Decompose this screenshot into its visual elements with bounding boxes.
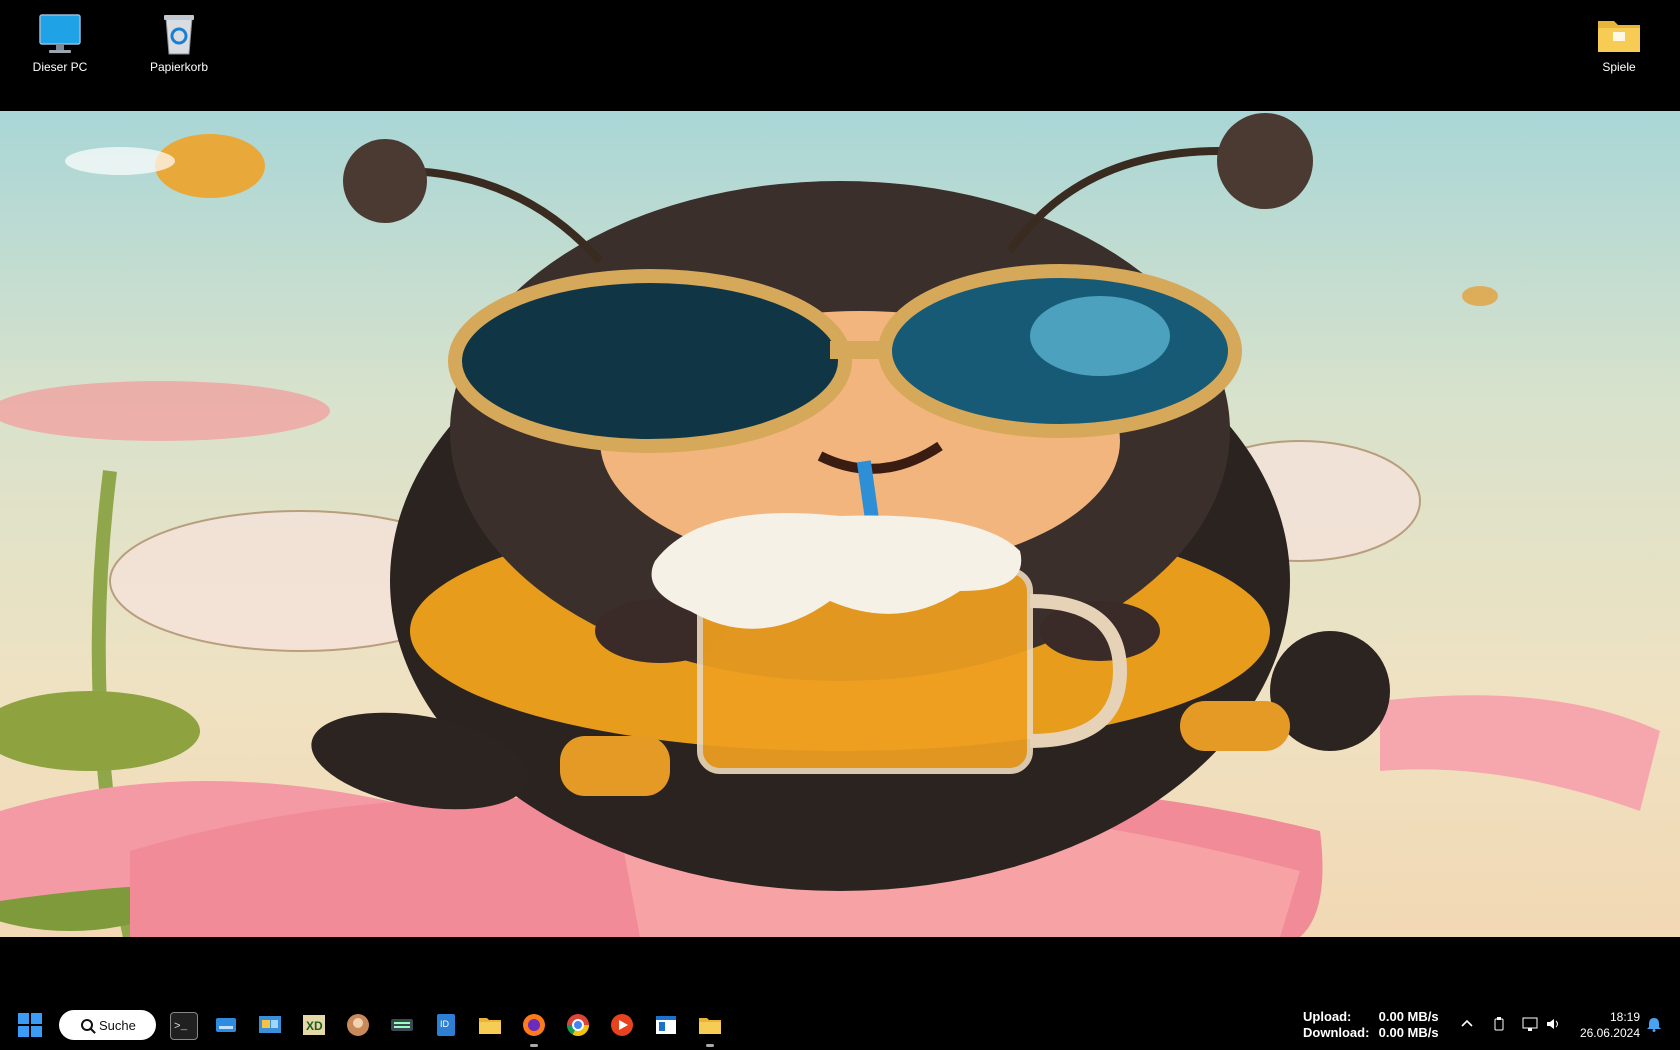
download-label: Download: [1303, 1025, 1370, 1040]
desktop-icon-label: Dieser PC [32, 60, 88, 74]
window-app-icon[interactable] [653, 1012, 679, 1038]
upload-value: 0.00 MB/s [1378, 1009, 1439, 1024]
monitor-icon [37, 12, 83, 56]
desktop-icon-label: Papierkorb [149, 60, 209, 74]
recycle-bin-icon [156, 12, 202, 56]
svg-text:>_: >_ [174, 1021, 188, 1033]
desktop-icon-spiele[interactable]: Spiele [1569, 4, 1669, 74]
folder-icon[interactable] [697, 1012, 723, 1047]
search-box[interactable]: Suche [59, 1010, 156, 1040]
download-value: 0.00 MB/s [1378, 1025, 1439, 1040]
desktop: Dieser PC Papierkorb Spiele [0, 0, 1680, 1000]
upload-label: Upload: [1303, 1009, 1352, 1024]
terminal-icon[interactable]: >_ [170, 1012, 198, 1040]
taskbar: Suche >_ XD ID Upload: 0.00 MB/s Downloa… [0, 1000, 1680, 1050]
desktop-icon-dieser-pc[interactable]: Dieser PC [10, 4, 110, 74]
usb-icon[interactable] [1490, 1015, 1508, 1033]
search-label: Suche [99, 1017, 136, 1033]
disk-drive-icon[interactable] [213, 1012, 239, 1038]
wallpaper-image [0, 111, 1680, 937]
clock-date: 26.06.2024 [1579, 1026, 1640, 1040]
keyboard-icon[interactable] [389, 1012, 415, 1038]
clock[interactable]: 18:19 26.06.2024 [1560, 1009, 1640, 1041]
desktop-icon-papierkorb[interactable]: Papierkorb [129, 4, 229, 74]
firefox-icon[interactable] [521, 1012, 547, 1047]
chevron-up-icon[interactable] [1458, 1015, 1476, 1033]
network-speed-monitor: Upload: 0.00 MB/s Download: 0.00 MB/s [1303, 1009, 1439, 1041]
network-icon[interactable] [1521, 1015, 1539, 1033]
svg-text:ID: ID [440, 1019, 450, 1029]
bell-icon[interactable] [1645, 1015, 1663, 1033]
search-icon [81, 1019, 93, 1031]
clock-time: 18:19 [1609, 1010, 1640, 1024]
file-explorer-icon[interactable] [477, 1012, 503, 1038]
windows-start-icon[interactable] [18, 1013, 42, 1037]
xd-app-icon[interactable]: XD [301, 1012, 327, 1038]
desktop-icon-label: Spiele [1602, 60, 1636, 74]
id-card-icon[interactable]: ID [433, 1012, 459, 1038]
media-player-icon[interactable] [609, 1012, 635, 1038]
svg-text:XD: XD [306, 1019, 323, 1033]
folder-icon [1596, 12, 1642, 56]
chrome-icon[interactable] [565, 1012, 591, 1038]
control-panel-icon[interactable] [257, 1012, 283, 1038]
photo-viewer-icon[interactable] [345, 1012, 371, 1038]
